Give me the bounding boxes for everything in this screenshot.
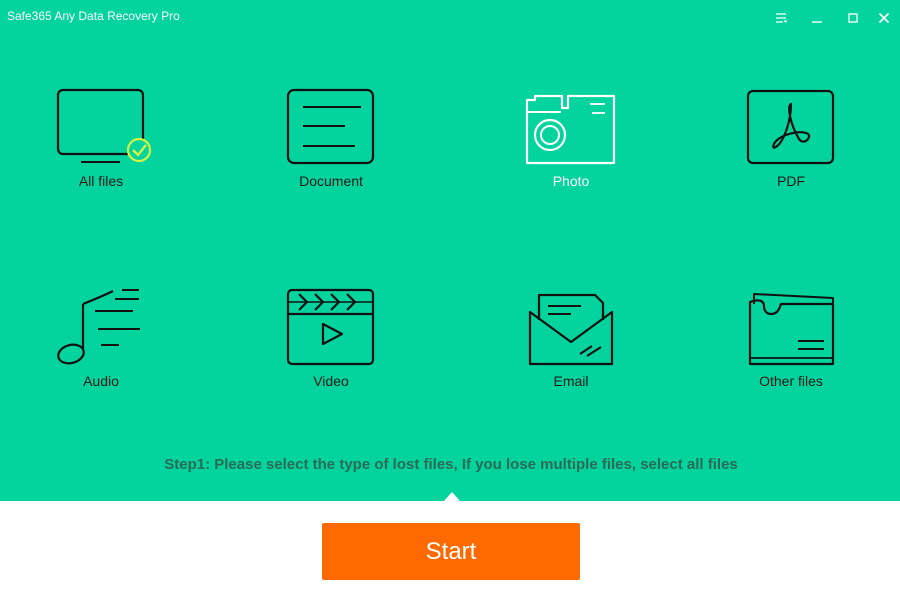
file-type-label-pdf: PDF xyxy=(777,173,805,189)
file-type-label-audio: Audio xyxy=(83,373,119,389)
file-type-other-files[interactable]: Other files xyxy=(711,284,871,394)
file-type-email[interactable]: Email xyxy=(491,284,651,394)
pointer-arrow xyxy=(443,492,461,502)
app-window: Safe365 Any Data Recovery Pro All files xyxy=(0,0,900,600)
file-type-label-document: Document xyxy=(299,173,363,189)
file-type-pdf[interactable]: PDF xyxy=(711,84,871,194)
menu-icon[interactable] xyxy=(769,6,793,30)
file-type-label-all-files: All files xyxy=(78,173,124,189)
close-icon[interactable] xyxy=(872,6,896,30)
maximize-icon[interactable] xyxy=(841,6,865,30)
start-button[interactable]: Start xyxy=(322,523,580,580)
step-instruction: Step1: Please select the type of lost fi… xyxy=(164,456,738,473)
clapperboard-icon xyxy=(286,288,375,366)
window-title: Safe365 Any Data Recovery Pro xyxy=(7,9,180,23)
file-type-video[interactable]: Video xyxy=(251,284,411,394)
file-type-label-video: Video xyxy=(313,373,349,389)
envelope-icon xyxy=(528,293,614,366)
file-type-label-other-files: Other files xyxy=(759,373,823,389)
folder-icon xyxy=(748,293,835,366)
minimize-icon[interactable] xyxy=(805,6,829,30)
monitor-check-icon xyxy=(56,88,152,163)
file-type-label-photo: Photo xyxy=(552,173,590,189)
file-type-all-files[interactable]: All files xyxy=(21,84,181,194)
file-type-audio[interactable]: Audio xyxy=(21,284,181,394)
file-type-panel: Safe365 Any Data Recovery Pro All files xyxy=(0,0,900,502)
pdf-icon xyxy=(746,89,835,165)
music-note-icon xyxy=(57,289,140,365)
document-icon xyxy=(286,88,375,165)
file-type-label-email: Email xyxy=(553,373,589,389)
file-type-photo[interactable]: Photo xyxy=(491,84,651,194)
camera-icon xyxy=(525,94,616,165)
file-type-document[interactable]: Document xyxy=(251,84,411,194)
